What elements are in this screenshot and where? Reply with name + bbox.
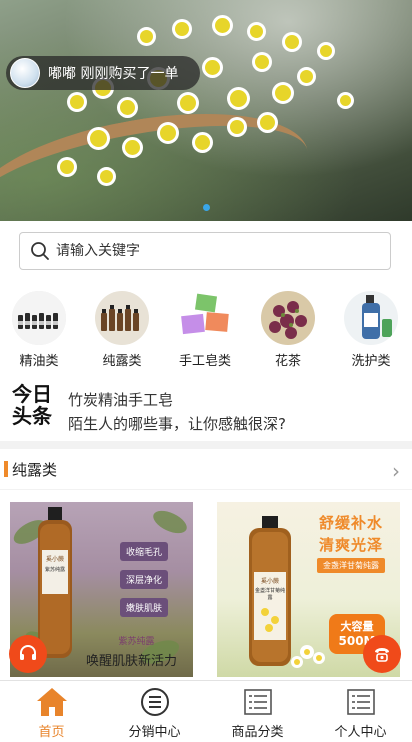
headset-icon xyxy=(20,645,36,660)
tab-distribution-center[interactable]: 分销中心 xyxy=(103,681,206,742)
category-label: 精油类 xyxy=(19,354,59,369)
tab-product-categories[interactable]: 商品分类 xyxy=(206,681,309,742)
category-flower-tea[interactable]: 花茶 xyxy=(257,291,319,369)
product-headline: 舒缓补水 xyxy=(319,514,384,532)
product-bottle-brand: 奚小蕨 xyxy=(45,556,64,563)
list-circle-icon xyxy=(138,685,172,719)
product-ribbon: 金盏洋甘菊纯露 xyxy=(317,558,385,573)
tab-label: 分销中心 xyxy=(128,725,181,740)
headline-badge-line2: 头条 xyxy=(12,404,52,428)
product-tags: 收缩毛孔 深层净化 嫩肤肌肤 xyxy=(120,542,169,617)
category-label: 纯露类 xyxy=(102,354,142,369)
headline-item[interactable]: 陌生人的哪些事，让你感触很深? xyxy=(68,413,286,434)
customer-service-button[interactable] xyxy=(9,635,47,673)
bottom-tab-bar: 首页 分销中心 商品分类 个人中心 xyxy=(0,680,412,742)
tab-home[interactable]: 首页 xyxy=(0,681,103,742)
section-header-hydrosol[interactable]: 纯露类 › xyxy=(0,449,412,489)
headline-item[interactable]: 竹炭精油手工皂 xyxy=(68,389,173,410)
phone-icon xyxy=(375,648,389,662)
tab-label: 首页 xyxy=(38,725,65,740)
section-accent-bar xyxy=(4,461,8,477)
product-bottle-brand: 奚小蕨 xyxy=(260,578,279,585)
essential-oil-bottles-icon xyxy=(12,291,66,345)
flower-tea-icon xyxy=(261,291,315,345)
purchase-notice-text: 嘟嘟 刚刚购买了一单 xyxy=(48,66,179,82)
product-grid: 奚小蕨 紫苏纯露 收缩毛孔 深层净化 嫩肤肌肤 紫苏纯露 唤醒肌肤新活力 奚小蕨 xyxy=(0,490,412,680)
tab-label: 商品分类 xyxy=(231,725,284,740)
product-headline: 清爽光泽 xyxy=(319,536,384,554)
capacity-badge-line1: 大容量 xyxy=(340,620,374,633)
category-hydrosol[interactable]: 纯露类 xyxy=(91,291,153,369)
banner-carousel[interactable]: 嘟嘟 刚刚购买了一单 xyxy=(0,0,412,221)
category-label: 花茶 xyxy=(274,354,301,369)
category-essential-oil[interactable]: 精油类 xyxy=(8,291,70,369)
buyer-avatar xyxy=(10,58,40,88)
purchase-notice: 嘟嘟 刚刚购买了一单 xyxy=(6,56,200,90)
product-tag: 嫩肤肌肤 xyxy=(120,598,169,617)
search-section xyxy=(0,221,412,283)
search-input[interactable] xyxy=(56,243,356,259)
product-caption-big: 唤醒肌肤新活力 xyxy=(85,654,177,669)
product-tag: 深层净化 xyxy=(120,570,169,589)
carousel-dot-active[interactable] xyxy=(202,204,210,211)
carousel-dots[interactable] xyxy=(0,204,412,211)
hydrosol-bottles-icon xyxy=(95,291,149,345)
phone-call-button[interactable] xyxy=(363,635,401,673)
tab-label: 个人中心 xyxy=(334,725,387,740)
today-headlines: 今日 头条 竹炭精油手工皂 陌生人的哪些事，让你感触很深? xyxy=(0,373,412,441)
category-wash-care[interactable]: 洗护类 xyxy=(340,291,402,369)
headline-badge-line1: 今日 xyxy=(12,382,52,406)
list-doc-icon xyxy=(241,685,275,719)
section-title: 纯露类 xyxy=(12,460,58,479)
home-icon xyxy=(35,685,69,719)
tab-personal-center[interactable]: 个人中心 xyxy=(309,681,412,742)
headline-badge: 今日 头条 xyxy=(12,383,56,427)
category-label: 洗护类 xyxy=(351,354,391,369)
product-bottle-label: 紫苏纯露 xyxy=(44,567,65,573)
shampoo-bottle-icon xyxy=(344,291,398,345)
handmade-soaps-icon xyxy=(178,291,232,345)
search-box[interactable] xyxy=(19,232,391,270)
category-handmade-soap[interactable]: 手工皂类 xyxy=(174,291,236,369)
product-bottle-label: 金盏洋甘菊纯露 xyxy=(254,588,285,601)
product-caption-small: 紫苏纯露 xyxy=(118,637,155,647)
chevron-right-icon[interactable]: › xyxy=(392,459,400,483)
search-icon xyxy=(31,242,49,260)
list-doc-icon xyxy=(344,685,378,719)
category-label: 手工皂类 xyxy=(178,354,231,369)
product-tag: 收缩毛孔 xyxy=(120,542,169,561)
category-nav: 精油类 纯露类 手工皂类 花茶 洗护类 xyxy=(0,283,412,373)
